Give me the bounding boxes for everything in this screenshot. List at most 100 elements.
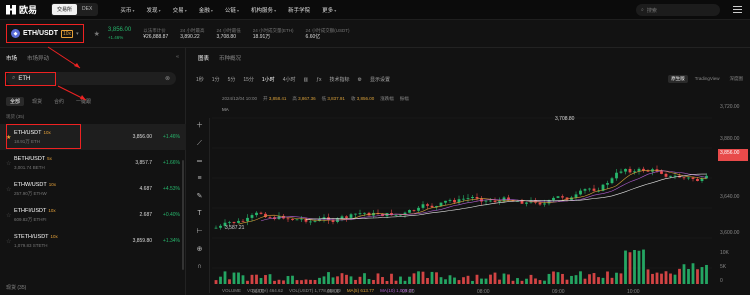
candle-body [228, 221, 231, 223]
favorite-star-icon[interactable]: ☆ [6, 212, 11, 219]
volume-bar [687, 268, 690, 284]
volume-bar [615, 272, 618, 284]
filter-copy[interactable]: 一键跟 [72, 97, 95, 106]
candle-body [453, 199, 456, 203]
row-price: 4.687 [139, 186, 153, 192]
candle-body [583, 189, 587, 191]
segment-exchange[interactable]: 交易所 [52, 4, 78, 15]
candle-body [354, 213, 357, 215]
pair-name: ETH/USDT [23, 30, 58, 37]
nav-item-finance[interactable]: 金融 [199, 6, 213, 14]
row-change: +1.46% [162, 134, 181, 140]
volume-bar [651, 273, 654, 284]
candle-body [426, 204, 429, 206]
candle-body [633, 171, 636, 173]
volume-bar [655, 272, 659, 284]
candle-body [538, 202, 542, 205]
candle-body [493, 200, 497, 202]
stat-value: 3,708.80 [216, 33, 236, 40]
okx-logo[interactable]: 欧易 [6, 3, 37, 16]
volume-axis-label: 0 [720, 278, 723, 284]
candle-body [520, 200, 524, 204]
favorite-star-icon[interactable]: ☆ [6, 186, 11, 193]
favorite-star-icon[interactable]: ☆ [6, 238, 11, 245]
candlestick-chart[interactable]: 3,708.80 3,587.21 3,720.00 3,880.00 3,856.00… [190, 48, 750, 295]
stat-label: 24 小时最高 [180, 27, 205, 33]
tab-market-movers[interactable]: 市场异动 [27, 54, 49, 62]
nav-item-trade[interactable]: 交易 [173, 6, 187, 14]
segment-dex[interactable]: DEX [77, 4, 97, 15]
volume-bar [367, 278, 371, 284]
candle-body [646, 170, 650, 172]
volume-bar [516, 278, 519, 284]
volume-bar [633, 249, 636, 284]
time-axis-label: 08:00 [477, 289, 490, 295]
market-row-beth-usdt[interactable]: ☆ BETH/USDT 5x 3,001.74 BETH 3,857.7 +1.66… [0, 150, 186, 176]
menu-icon[interactable] [733, 6, 742, 13]
nav-item-discover[interactable]: 发现 [146, 6, 160, 14]
market-row-ethfi-usdt[interactable]: ☆ ETHFI/USDT 10x 609.82万 ETHFI 2.687 +0.40… [0, 202, 186, 228]
market-list: ★ ETH/USDT 10x 18.91万 ETH 3,856.00 +1.46% … [0, 124, 186, 254]
candle-body [259, 212, 263, 214]
row-leverage: 10x [50, 234, 58, 239]
row-price: 3,859.80 [132, 238, 153, 244]
exchange-dex-switch[interactable]: 交易所 DEX [51, 3, 99, 16]
volume-bar [543, 280, 546, 284]
okx-logo-mark-icon [6, 4, 16, 15]
volume-bar [340, 273, 344, 284]
nav-item-institutional[interactable]: 机构服务 [251, 6, 276, 14]
volume-bar [223, 271, 227, 284]
candle-body [444, 200, 447, 203]
market-row-eth-usdt[interactable]: ★ ETH/USDT 10x 18.91万 ETH 3,856.00 +1.46% [0, 124, 186, 150]
volume-bar [408, 276, 411, 284]
volume-bar [259, 278, 263, 284]
favorite-star-icon[interactable]: ★ [94, 30, 100, 38]
row-change: +4.53% [162, 186, 181, 192]
volume-bar [385, 280, 389, 284]
nav-item-buy[interactable]: 买币 [120, 6, 134, 14]
market-list-header: 现货 (35) [6, 114, 178, 120]
market-row-steth-usdt[interactable]: ☆ STETH/USDT 10x 1,079.83 STETH 3,859.80 +… [0, 228, 186, 254]
nav-item-academy[interactable]: 新手学院 [288, 6, 310, 14]
volume-bar [484, 278, 488, 284]
volume-bar [241, 275, 245, 284]
row-name: STETH/USDT [14, 234, 49, 240]
favorite-star-icon[interactable]: ★ [6, 134, 11, 141]
row-volume: 609.82万 ETHFI [14, 217, 47, 222]
stat-high: 24 小时最高 3,890.22 [180, 27, 204, 41]
global-search[interactable]: ⌕ 搜索 [636, 4, 720, 16]
pair-selector[interactable]: ◆ ETH/USDT 10x ▾ [6, 24, 84, 43]
favorite-star-icon[interactable]: ☆ [6, 160, 11, 167]
clear-icon[interactable]: ⊗ [165, 75, 170, 82]
stat-label: 24 小时成交量(ETH) [252, 27, 294, 33]
leverage-badge: 10x [61, 29, 74, 38]
filter-futures[interactable]: 合约 [50, 97, 68, 106]
candle-body [691, 177, 695, 179]
market-list-scrollbar[interactable] [182, 160, 184, 270]
candle-body [237, 220, 240, 223]
price-axis-label: 3,640.00 [720, 194, 740, 200]
volume-bar [673, 274, 677, 284]
candle-body [673, 175, 677, 177]
row-price: 2.687 [139, 212, 153, 218]
candle-body [439, 202, 443, 207]
volume-bar [511, 280, 515, 284]
volume-bar [610, 277, 614, 284]
candle-body [592, 188, 596, 191]
stat-label: 24 小时成交额(USDT) [305, 27, 350, 33]
nav-item-chain[interactable]: 公链 [225, 6, 239, 14]
tab-markets[interactable]: 市场 [6, 54, 17, 62]
volume-bar [313, 279, 317, 284]
nav-item-more[interactable]: 更多 [322, 6, 336, 14]
market-tabs: 市场 市场异动 « [0, 48, 185, 62]
row-leverage: 5x [47, 156, 52, 161]
filter-spot[interactable]: 现货 [28, 97, 46, 106]
volume-bar [417, 271, 420, 284]
market-row-ethw-usdt[interactable]: ☆ ETHW/USDT 10x 257.90万 ETHW 4.687 +4.53% [0, 176, 186, 202]
row-name-col: BETH/USDT 5x 3,001.74 BETH [14, 155, 107, 171]
volume-bar [628, 252, 632, 284]
collapse-icon[interactable]: « [176, 54, 179, 62]
volume-bar [282, 280, 285, 284]
volume-bar [660, 273, 663, 284]
filter-all[interactable]: 全部 [6, 97, 25, 106]
